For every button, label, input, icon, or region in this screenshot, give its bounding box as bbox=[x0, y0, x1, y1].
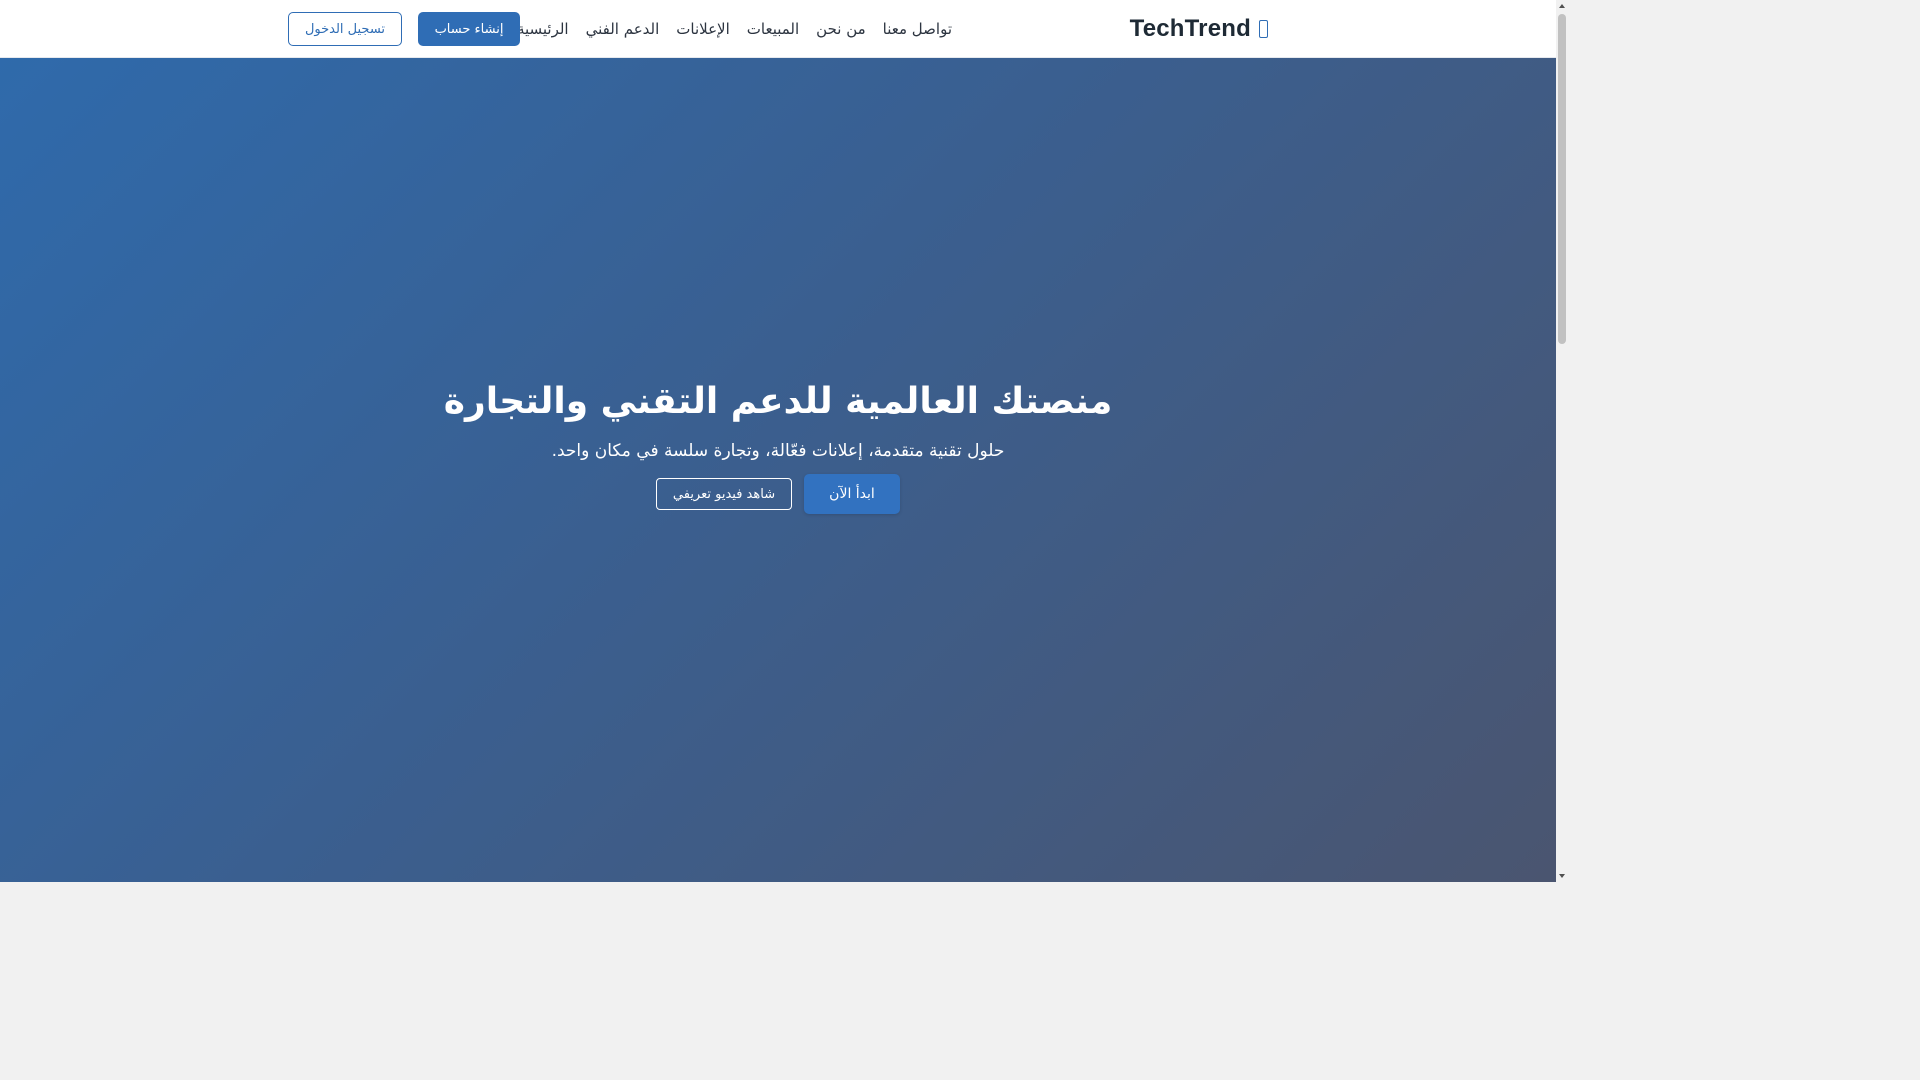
scroll-down-arrow-icon[interactable] bbox=[1556, 870, 1568, 882]
top-navbar: TechTrend الرئيسية الدعم الفني الإعلانات… bbox=[0, 0, 1556, 58]
scroll-thumb[interactable] bbox=[1558, 14, 1566, 344]
hero-section: منصتك العالمية للدعم التقني والتجارة حلو… bbox=[0, 58, 1556, 882]
watch-video-button[interactable]: شاهد فيديو تعريفي bbox=[656, 478, 792, 510]
login-button[interactable]: تسجيل الدخول bbox=[288, 12, 402, 46]
signup-button[interactable]: إنشاء حساب bbox=[418, 12, 520, 46]
nav-item-ads[interactable]: الإعلانات bbox=[676, 20, 730, 38]
mobile-icon bbox=[1259, 20, 1268, 38]
page: TechTrend الرئيسية الدعم الفني الإعلانات… bbox=[0, 0, 1556, 882]
brand-logo[interactable]: TechTrend bbox=[1130, 13, 1268, 45]
nav-item-contact[interactable]: تواصل معنا bbox=[883, 20, 952, 38]
hero-subtitle: حلول تقنية متقدمة، إعلانات فعّالة، وتجار… bbox=[551, 441, 1005, 461]
vertical-scrollbar[interactable] bbox=[1556, 0, 1568, 882]
nav-item-support[interactable]: الدعم الفني bbox=[586, 20, 660, 38]
hero-title: منصتك العالمية للدعم التقني والتجارة bbox=[443, 381, 1113, 422]
scroll-up-arrow-icon[interactable] bbox=[1556, 0, 1568, 12]
nav-item-about[interactable]: من نحن bbox=[816, 20, 866, 38]
main-nav: الرئيسية الدعم الفني الإعلانات المبيعات … bbox=[517, 0, 952, 58]
nav-item-sales[interactable]: المبيعات bbox=[747, 20, 799, 38]
get-started-button[interactable]: ابدأ الآن bbox=[804, 474, 900, 514]
nav-item-home[interactable]: الرئيسية bbox=[517, 20, 569, 38]
brand-name: TechTrend bbox=[1129, 15, 1251, 42]
